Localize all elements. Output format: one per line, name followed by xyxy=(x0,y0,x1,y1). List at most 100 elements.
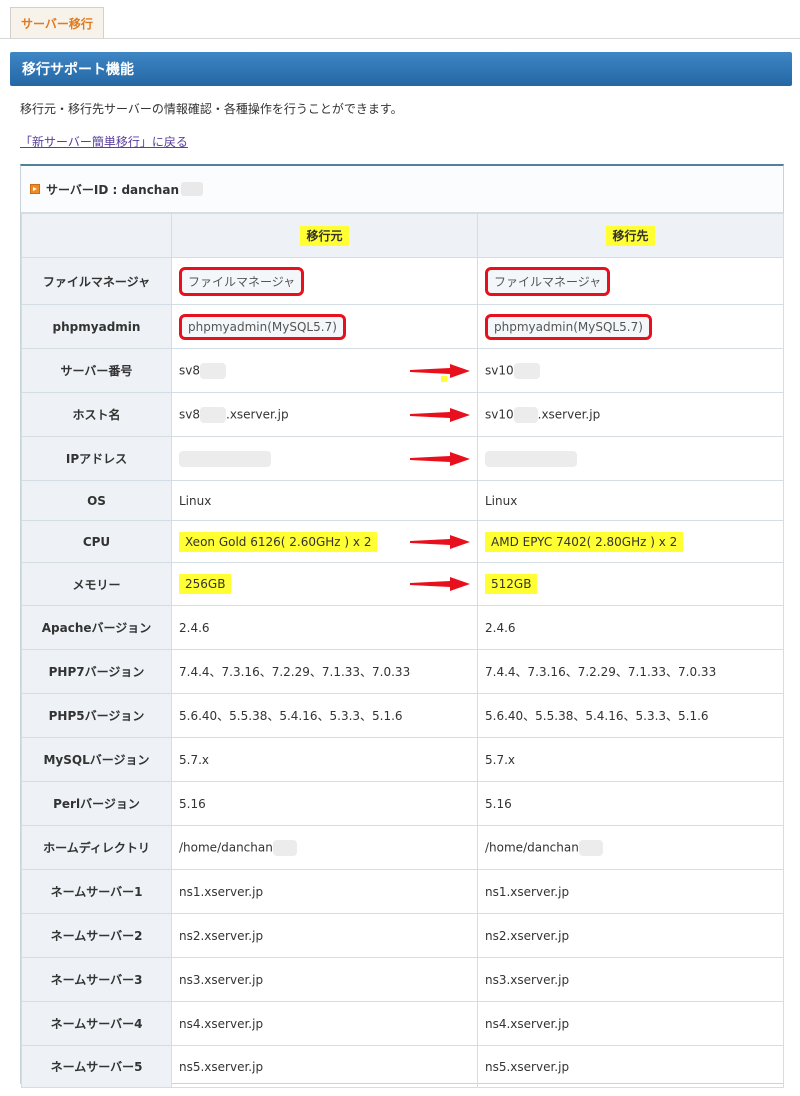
source-phpmyadmin-button[interactable]: phpmyadmin(MySQL5.7) xyxy=(179,313,346,340)
table-row: ホスト名 sv8 .xserver.jp sv10 .xserver.jp xyxy=(21,392,784,437)
dest-cell: 7.4.4、7.3.16、7.2.29、7.1.33、7.0.33 xyxy=(477,649,784,694)
redacted xyxy=(513,406,538,423)
arrow-right-icon xyxy=(410,363,470,378)
table-row: PHP7バージョン 7.4.4、7.3.16、7.2.29、7.1.33、7.0… xyxy=(21,649,784,694)
source-cell: ns1.xserver.jp xyxy=(171,869,478,914)
source-filemanager-button[interactable]: ファイルマネージャ xyxy=(179,266,305,296)
source-cell: 2.4.6 xyxy=(171,605,478,650)
row-label: IPアドレス xyxy=(21,436,172,481)
table-row: ネームサーバー5 ns5.xserver.jp ns5.xserver.jp xyxy=(21,1045,784,1088)
dest-cell: AMD EPYC 7402( 2.80GHz ) x 2 xyxy=(410,520,784,563)
source-cell: ファイルマネージャ xyxy=(171,257,478,305)
column-destination: 移行先 xyxy=(477,213,784,258)
panel-title: 移行サポート機能 xyxy=(10,52,792,86)
tab-server-migration[interactable]: サーバー移行 xyxy=(10,7,104,38)
row-label: ネームサーバー1 xyxy=(21,869,172,914)
source-cell: ns5.xserver.jp xyxy=(171,1045,478,1088)
dest-cell: Linux xyxy=(477,480,784,521)
dest-filemanager-button[interactable]: ファイルマネージャ xyxy=(485,266,611,296)
table-row: ネームサーバー3 ns3.xserver.jp ns3.xserver.jp xyxy=(21,957,784,1002)
row-label: ファイルマネージャ xyxy=(21,257,172,305)
dest-cell: 2.4.6 xyxy=(477,605,784,650)
source-cell: 5.7.x xyxy=(171,737,478,782)
dest-cell: /home/danchan xyxy=(477,825,784,870)
table-row: IPアドレス xyxy=(21,436,784,481)
page-description: 移行元・移行先サーバーの情報確認・各種操作を行うことができます。 xyxy=(20,102,403,116)
source-cell: ns2.xserver.jp xyxy=(171,913,478,958)
dest-cell: ns2.xserver.jp xyxy=(477,913,784,958)
tab-bar: サーバー移行 xyxy=(0,0,800,39)
dest-cell: ns1.xserver.jp xyxy=(477,869,784,914)
redacted xyxy=(200,406,226,423)
row-label: OS xyxy=(21,480,172,521)
dest-cell: sv10 xyxy=(410,348,784,393)
dest-cell: 512GB xyxy=(410,562,784,606)
dest-cell: 5.16 xyxy=(477,781,784,826)
table-row: ネームサーバー4 ns4.xserver.jp ns4.xserver.jp xyxy=(21,1001,784,1046)
table-row: phpmyadmin phpmyadmin(MySQL5.7) phpmyadm… xyxy=(21,304,784,349)
dest-cell: ns5.xserver.jp xyxy=(477,1045,784,1088)
row-label: ネームサーバー5 xyxy=(21,1045,172,1088)
table-row: サーバー番号 sv8 sv10 xyxy=(21,348,784,393)
source-cell: 5.6.40、5.5.38、5.4.16、5.3.3、5.1.6 xyxy=(171,693,478,738)
row-label: メモリー xyxy=(21,562,172,606)
back-link[interactable]: 「新サーバー簡単移行」に戻る xyxy=(20,133,188,150)
redacted xyxy=(200,362,226,379)
table-row: Apacheバージョン 2.4.6 2.4.6 xyxy=(21,605,784,650)
column-source: 移行元 xyxy=(171,213,478,258)
source-cell: 7.4.4、7.3.16、7.2.29、7.1.33、7.0.33 xyxy=(171,649,478,694)
source-cell: ns3.xserver.jp xyxy=(171,957,478,1002)
source-cell: /home/danchan xyxy=(171,825,478,870)
source-cell: Linux xyxy=(171,480,478,521)
row-label: PHP5バージョン xyxy=(21,693,172,738)
row-label: MySQLバージョン xyxy=(21,737,172,782)
table-row: ネームサーバー1 ns1.xserver.jp ns1.xserver.jp xyxy=(21,869,784,914)
row-label: PHP7バージョン xyxy=(21,649,172,694)
dest-cell: ns3.xserver.jp xyxy=(477,957,784,1002)
source-cell: ns4.xserver.jp xyxy=(171,1001,478,1046)
arrow-right-icon xyxy=(410,407,470,422)
server-id-header: サーバーID : danchan xyxy=(21,166,783,213)
row-label: ネームサーバー4 xyxy=(21,1001,172,1046)
dest-phpmyadmin-button[interactable]: phpmyadmin(MySQL5.7) xyxy=(485,313,652,340)
table-row: ネームサーバー2 ns2.xserver.jp ns2.xserver.jp xyxy=(21,913,784,958)
row-label: CPU xyxy=(21,520,172,563)
redacted-ip xyxy=(179,450,271,467)
arrow-right-icon xyxy=(410,534,470,549)
table-row: OS Linux Linux xyxy=(21,480,784,521)
table-row: ファイルマネージャ ファイルマネージャ ファイルマネージャ xyxy=(21,257,784,305)
row-label: ホスト名 xyxy=(21,392,172,437)
server-id-label: サーバーID : danchan xyxy=(46,182,179,197)
dest-cell: ファイルマネージャ xyxy=(477,257,784,305)
row-label: phpmyadmin xyxy=(21,304,172,349)
row-label: ホームディレクトリ xyxy=(21,825,172,870)
dest-cell: phpmyadmin(MySQL5.7) xyxy=(477,304,784,349)
table-row: メモリー 256GB 512GB xyxy=(21,562,784,606)
table-row: ホームディレクトリ /home/danchan /home/danchan xyxy=(21,825,784,870)
redacted xyxy=(272,839,297,856)
table-row: MySQLバージョン 5.7.x 5.7.x xyxy=(21,737,784,782)
dest-cell xyxy=(410,436,784,481)
row-label: ネームサーバー2 xyxy=(21,913,172,958)
redacted-id xyxy=(181,182,203,196)
dest-cell: 5.7.x xyxy=(477,737,784,782)
table-corner xyxy=(21,213,172,258)
table-row: Perlバージョン 5.16 5.16 xyxy=(21,781,784,826)
source-cell: phpmyadmin(MySQL5.7) xyxy=(171,304,478,349)
redacted xyxy=(578,839,603,856)
table-row: PHP5バージョン 5.6.40、5.5.38、5.4.16、5.3.3、5.1… xyxy=(21,693,784,738)
redacted xyxy=(513,362,540,379)
row-label: サーバー番号 xyxy=(21,348,172,393)
dest-cell: ns4.xserver.jp xyxy=(477,1001,784,1046)
server-info-box: サーバーID : danchan 移行元 移行先 ファイルマネージャ ファイルマ… xyxy=(20,164,784,1088)
table-row: CPU Xeon Gold 6126( 2.60GHz ) x 2 AMD EP… xyxy=(21,520,784,563)
row-label: Apacheバージョン xyxy=(21,605,172,650)
source-cell: 5.16 xyxy=(171,781,478,826)
arrow-right-icon xyxy=(410,451,470,466)
server-info-table: 移行元 移行先 ファイルマネージャ ファイルマネージャ ファイルマネージャ ph… xyxy=(21,213,784,1088)
arrow-right-icon xyxy=(410,577,470,591)
dest-cell: sv10 .xserver.jp xyxy=(410,392,784,437)
arrow-square-icon xyxy=(30,184,40,194)
row-label: ネームサーバー3 xyxy=(21,957,172,1002)
row-label: Perlバージョン xyxy=(21,781,172,826)
